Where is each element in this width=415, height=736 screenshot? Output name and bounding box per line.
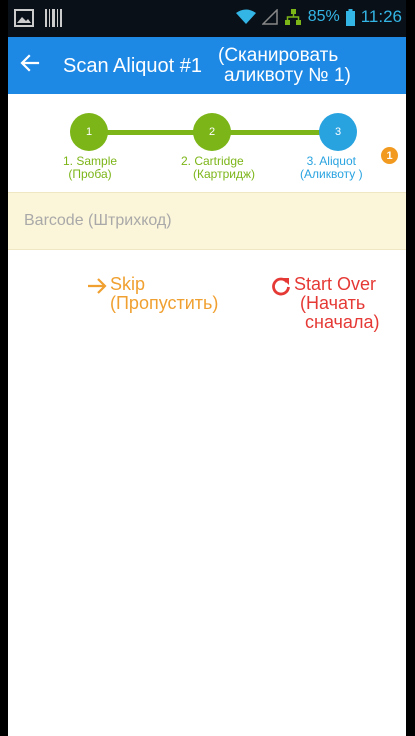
step-2-circle: 2 xyxy=(193,113,231,151)
step-2-number: 2 xyxy=(208,126,216,138)
arrow-right-icon xyxy=(88,278,107,294)
skip-label-line1: Skip xyxy=(110,274,146,294)
start-over-label: Start Over (Начать сначала) xyxy=(294,275,379,332)
skip-button[interactable]: Skip (Пропустить) xyxy=(86,275,218,313)
step-1-circle: 1 xyxy=(70,113,108,151)
refresh-icon xyxy=(272,277,290,296)
gallery-icon xyxy=(14,9,34,27)
step-3-label: 3. Aliquot (Аликвоту ) xyxy=(300,155,363,181)
battery-icon xyxy=(345,8,355,26)
start-over-label-line1: Start Over xyxy=(294,274,377,294)
step-3-label-line2: (Аликвоту ) xyxy=(300,167,363,181)
skip-label-line2: (Пропустить) xyxy=(110,293,219,313)
barcode-notification-icon xyxy=(45,9,62,27)
page-title-translation-line1: (Сканировать xyxy=(218,45,339,66)
status-bar: 85% 11:26 xyxy=(8,0,406,37)
start-over-button[interactable]: Start Over (Начать сначала) xyxy=(270,275,379,332)
skip-label: Skip (Пропустить) xyxy=(110,275,218,313)
page-title-translation: (Сканировать аликвоту № 1) xyxy=(218,46,351,86)
battery-percent: 85% xyxy=(307,8,340,25)
step-1-number: 1 xyxy=(85,126,93,138)
clock: 11:26 xyxy=(360,7,402,26)
barcode-placeholder: Barcode (Штрихкод) xyxy=(24,212,172,229)
step-3-number: 3 xyxy=(334,126,342,138)
step-1-label: 1. Sample (Проба) xyxy=(63,155,117,181)
app-bar: Scan Aliquot #1 (Сканировать аликвоту № … xyxy=(8,37,406,94)
page-title: Scan Aliquot #1 xyxy=(63,55,202,77)
step-3-circle: 3 xyxy=(319,113,357,151)
start-over-label-line2: (Начать xyxy=(300,293,366,313)
screen: 85% 11:26 Scan Aliquot #1 (Сканировать а… xyxy=(8,0,406,736)
step-1-label-line2: (Проба) xyxy=(68,167,112,181)
signal-icon xyxy=(261,9,278,25)
status-right: 85% 11:26 xyxy=(235,7,402,27)
barcode-field[interactable]: Barcode (Штрихкод) xyxy=(8,192,406,250)
status-left-icons xyxy=(14,8,64,28)
step-3-badge: 1 xyxy=(381,147,398,164)
network-icon xyxy=(284,9,301,25)
wifi-icon xyxy=(235,9,256,24)
progress-stepper: 1 2 3 1 1. Sample (Проба) 2. Cartridge (… xyxy=(8,94,406,192)
page-title-translation-line2: аликвоту № 1) xyxy=(224,65,351,86)
step-2-label: 2. Cartridge (Картридж) xyxy=(181,155,255,181)
step-2-label-line2: (Картридж) xyxy=(193,167,255,181)
start-over-label-line3: сначала) xyxy=(305,312,380,332)
back-arrow-icon[interactable] xyxy=(18,51,42,75)
